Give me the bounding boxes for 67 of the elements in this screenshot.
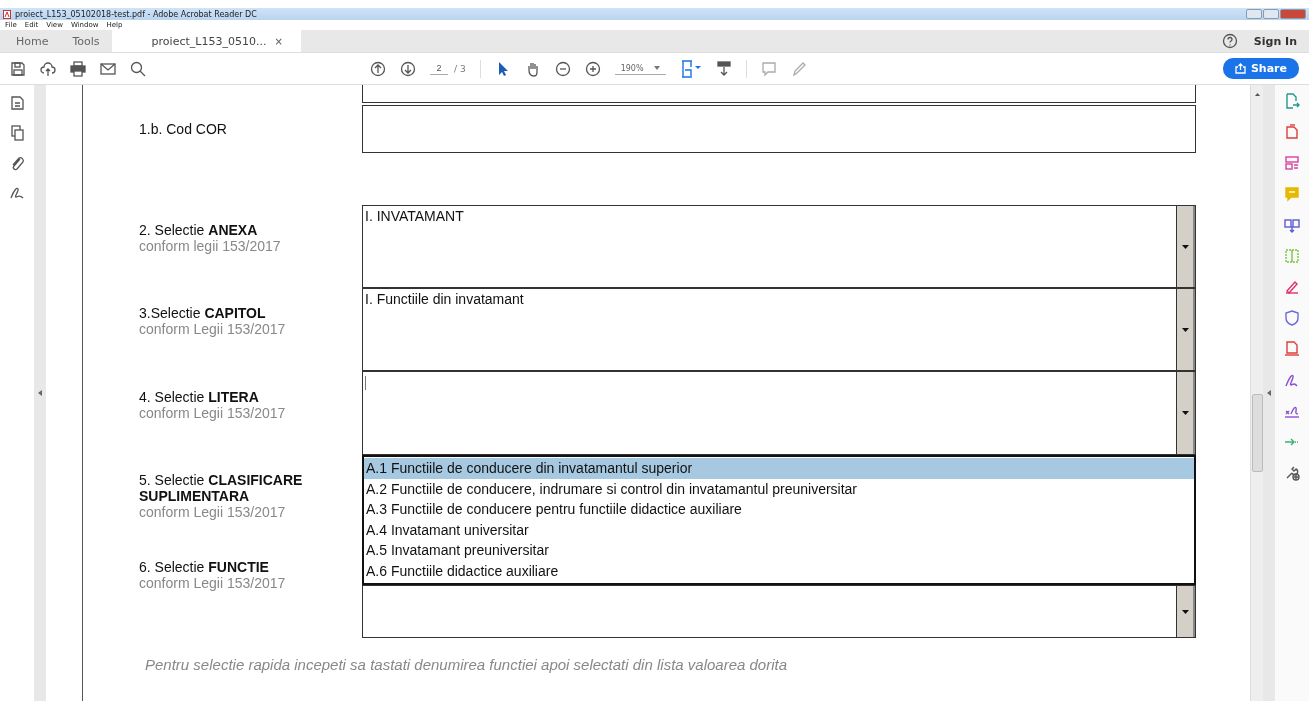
dropdown-field[interactable] bbox=[362, 371, 1196, 455]
input-field[interactable] bbox=[362, 105, 1196, 153]
page-count: / 3 bbox=[454, 63, 466, 74]
caret-icon bbox=[1181, 244, 1189, 249]
page-number-field[interactable]: 2 bbox=[430, 62, 448, 75]
field-label: 3.Selectie CAPITOL bbox=[139, 305, 267, 321]
signature-icon[interactable] bbox=[9, 185, 25, 201]
hint-text: Pentru selectie rapida incepeti sa tastati denumirea functiei apoi selectati din lista valoarea dorita bbox=[145, 656, 789, 673]
dropdown-field[interactable]: I. INVATAMANT bbox=[362, 205, 1196, 288]
document-arrows-icon[interactable] bbox=[1284, 217, 1300, 233]
list-option[interactable]: A.2 Functiile de conducere, indrumare si control din invatamantul preuniversitar bbox=[364, 478, 1194, 499]
shield-icon[interactable] bbox=[1284, 310, 1300, 326]
cloud-upload-icon[interactable] bbox=[40, 60, 56, 77]
print-icon[interactable] bbox=[70, 60, 86, 77]
fit-page-icon[interactable] bbox=[679, 59, 702, 78]
caret-icon bbox=[1181, 327, 1189, 332]
list-option[interactable]: A.1 Functiile de conducere din invatamantul superior bbox=[364, 458, 1194, 479]
field-label: 4. Selectie LITERA bbox=[139, 389, 260, 405]
close-tab-button[interactable]: × bbox=[274, 35, 283, 47]
collapse-arrow-icon[interactable] bbox=[1267, 390, 1271, 396]
nav-tab[interactable]: Tools bbox=[60, 30, 112, 52]
field-label: 2. Selectie ANEXA bbox=[139, 222, 259, 238]
layout-icon[interactable] bbox=[1284, 155, 1300, 171]
dropdown-field[interactable]: I. Functiile din invatamant bbox=[362, 288, 1196, 371]
list-option[interactable]: A.4 Invatamant universitar bbox=[364, 519, 1194, 540]
field-note: conform legii 153/2017 bbox=[139, 238, 282, 254]
window-title: proiect_L153_05102018-test.pdf - Adobe Acrobat Reader DC bbox=[15, 9, 257, 19]
signature-icon[interactable] bbox=[1284, 372, 1300, 388]
arrow-up-icon[interactable] bbox=[370, 60, 386, 77]
document-arrow-icon[interactable] bbox=[1284, 93, 1300, 109]
field-label: 5. Selectie CLASIFICARE SUPLIMENTARA bbox=[139, 472, 304, 504]
dropdown-field[interactable] bbox=[362, 585, 1196, 638]
document-tab[interactable]: proiect_L153_0510... × bbox=[111, 30, 301, 52]
save-icon[interactable] bbox=[10, 60, 26, 77]
zoom-out-icon[interactable] bbox=[554, 60, 571, 77]
field-note: conform Legii 153/2017 bbox=[139, 575, 287, 591]
field-label: 6. Selectie FUNCTIE bbox=[139, 559, 270, 575]
collapse-arrow-icon[interactable] bbox=[38, 390, 42, 396]
zoom-dropdown[interactable]: 190% bbox=[614, 62, 666, 75]
caret-icon bbox=[1181, 411, 1189, 415]
list-option[interactable]: A.3 Functiile de conducere pentru functiile didactice auxiliare bbox=[364, 499, 1194, 520]
arrow-down-icon[interactable] bbox=[400, 60, 416, 77]
scroll-mode-icon[interactable] bbox=[715, 60, 732, 77]
page-thumbnails-icon[interactable] bbox=[9, 95, 25, 111]
pages-icon[interactable] bbox=[9, 125, 25, 141]
field-note: conform Legii 153/2017 bbox=[139, 321, 287, 337]
document-icon[interactable] bbox=[1284, 124, 1300, 140]
list-option[interactable]: A.6 Functiile didactice auxiliare bbox=[364, 560, 1194, 581]
share-button[interactable]: Share bbox=[1222, 58, 1299, 79]
scroll-up-icon[interactable] bbox=[1254, 93, 1260, 96]
sign-in-link[interactable]: Sign In bbox=[1253, 34, 1297, 48]
caret-icon bbox=[1181, 609, 1189, 614]
input-field[interactable] bbox=[362, 85, 1196, 103]
wrench-plus-icon[interactable] bbox=[1284, 465, 1300, 481]
scrollbar-thumb[interactable] bbox=[1251, 394, 1263, 472]
field-note: conform Legii 153/2017 bbox=[139, 405, 287, 421]
zoom-in-icon[interactable] bbox=[584, 60, 601, 77]
pen-icon[interactable] bbox=[1284, 279, 1300, 295]
help-icon[interactable] bbox=[1221, 33, 1238, 49]
field-label: 1.b. Cod COR bbox=[139, 121, 228, 137]
search-icon[interactable] bbox=[130, 60, 146, 77]
caret-icon bbox=[653, 66, 660, 70]
share-icon bbox=[1234, 63, 1246, 74]
field-note: conform Legii 153/2017 bbox=[139, 504, 287, 520]
list-option[interactable]: A.5 Invatamant preuniversitar bbox=[364, 540, 1194, 561]
mail-icon[interactable] bbox=[100, 60, 116, 77]
nav-tab[interactable]: Home bbox=[4, 30, 61, 52]
